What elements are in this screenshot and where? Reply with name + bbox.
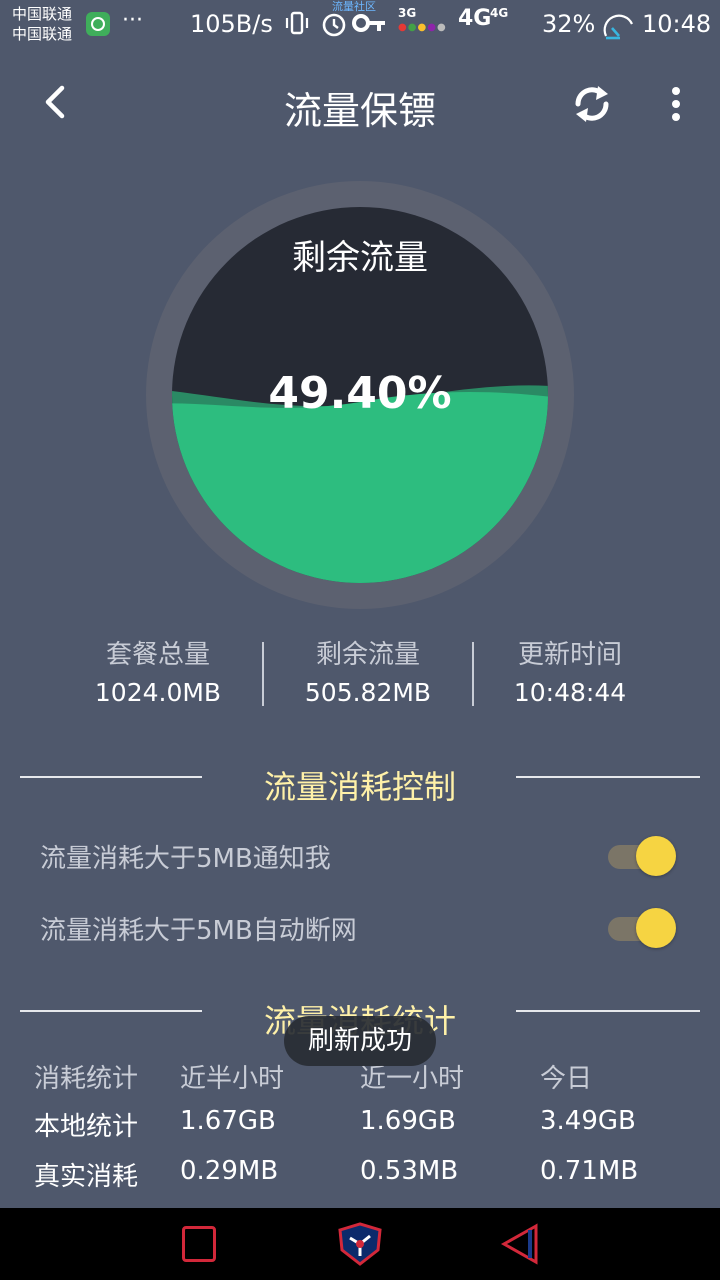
table-cell: 0.71MB — [540, 1156, 639, 1186]
carrier-names: 中国联通 中国联通 — [12, 4, 72, 44]
stat-divider — [262, 642, 264, 706]
speed-gauge-icon — [603, 14, 633, 40]
table-header: 近半小时 — [180, 1064, 285, 1094]
back-triangle-icon[interactable] — [500, 1222, 540, 1266]
toggle-knob — [636, 836, 676, 876]
key-icon — [352, 14, 385, 32]
network-4g: 4G — [458, 6, 492, 31]
toggle-row-notify: 流量消耗大于5MB通知我 — [40, 830, 680, 880]
table-cell: 3.49GB — [540, 1106, 636, 1136]
carrier-2: 中国联通 — [12, 25, 73, 43]
gauge-percent: 49.40% — [268, 368, 452, 419]
toast-message: 刷新成功 — [284, 1016, 436, 1066]
network-4g-small: 4G — [490, 6, 509, 20]
table-cell: 0.53MB — [360, 1156, 459, 1186]
net-speed: 105B/s — [190, 10, 273, 38]
stat-plan-total: 套餐总量 1024.0MB — [58, 636, 258, 707]
toggle-row-disconnect: 流量消耗大于5MB自动断网 — [40, 902, 680, 952]
vibrate-icon — [285, 11, 309, 35]
status-bar: 中国联通 中国联通 ··· 105B/s 流量社区 3G ●●●●● 4G 4G… — [0, 0, 720, 50]
table-cell: 0.29MB — [180, 1156, 279, 1186]
clock: 10:48 — [642, 10, 712, 38]
control-section-title: 流量消耗控制 — [263, 768, 456, 806]
stat-update-time: 更新时间 10:48:44 — [470, 636, 670, 707]
toggle-label: 流量消耗大于5MB通知我 — [40, 844, 331, 874]
gauge-label: 剩余流量 — [292, 238, 428, 278]
stat-remaining: 剩余流量 505.82MB — [268, 636, 468, 707]
notification-overflow: ··· — [122, 8, 143, 33]
more-icon[interactable] — [664, 84, 688, 124]
table-cell: 1.69GB — [360, 1106, 456, 1136]
table-header: 今日 — [540, 1064, 593, 1094]
stat-value: 505.82MB — [304, 678, 432, 707]
network-3g: 3G — [398, 6, 417, 20]
stat-label: 更新时间 — [517, 640, 622, 670]
table-header: 消耗统计 — [34, 1064, 139, 1094]
signal-icon: ●●●●● — [398, 22, 447, 33]
carrier-1: 中国联通 — [12, 5, 73, 23]
table-row-label: 真实消耗 — [34, 1162, 139, 1192]
gauge-wave-front — [172, 392, 548, 583]
recent-apps-icon[interactable] — [182, 1226, 216, 1262]
home-logo-icon[interactable] — [334, 1220, 386, 1268]
table-cell: 1.67GB — [180, 1106, 276, 1136]
notify-toggle[interactable] — [608, 836, 676, 876]
refresh-icon[interactable] — [568, 80, 616, 128]
stat-value: 1024.0MB — [94, 678, 222, 707]
auto-disconnect-toggle[interactable] — [608, 908, 676, 948]
stat-label: 剩余流量 — [315, 640, 420, 670]
stat-label: 套餐总量 — [105, 640, 210, 670]
battery-level: 32% — [542, 10, 596, 38]
stat-value: 10:48:44 — [513, 678, 627, 707]
toggle-label: 流量消耗大于5MB自动断网 — [40, 916, 357, 946]
navigation-bar — [0, 1208, 720, 1280]
toggle-knob — [636, 908, 676, 948]
app-icon — [86, 12, 110, 36]
table-row-label: 本地统计 — [34, 1112, 139, 1142]
alarm-icon — [322, 13, 346, 37]
